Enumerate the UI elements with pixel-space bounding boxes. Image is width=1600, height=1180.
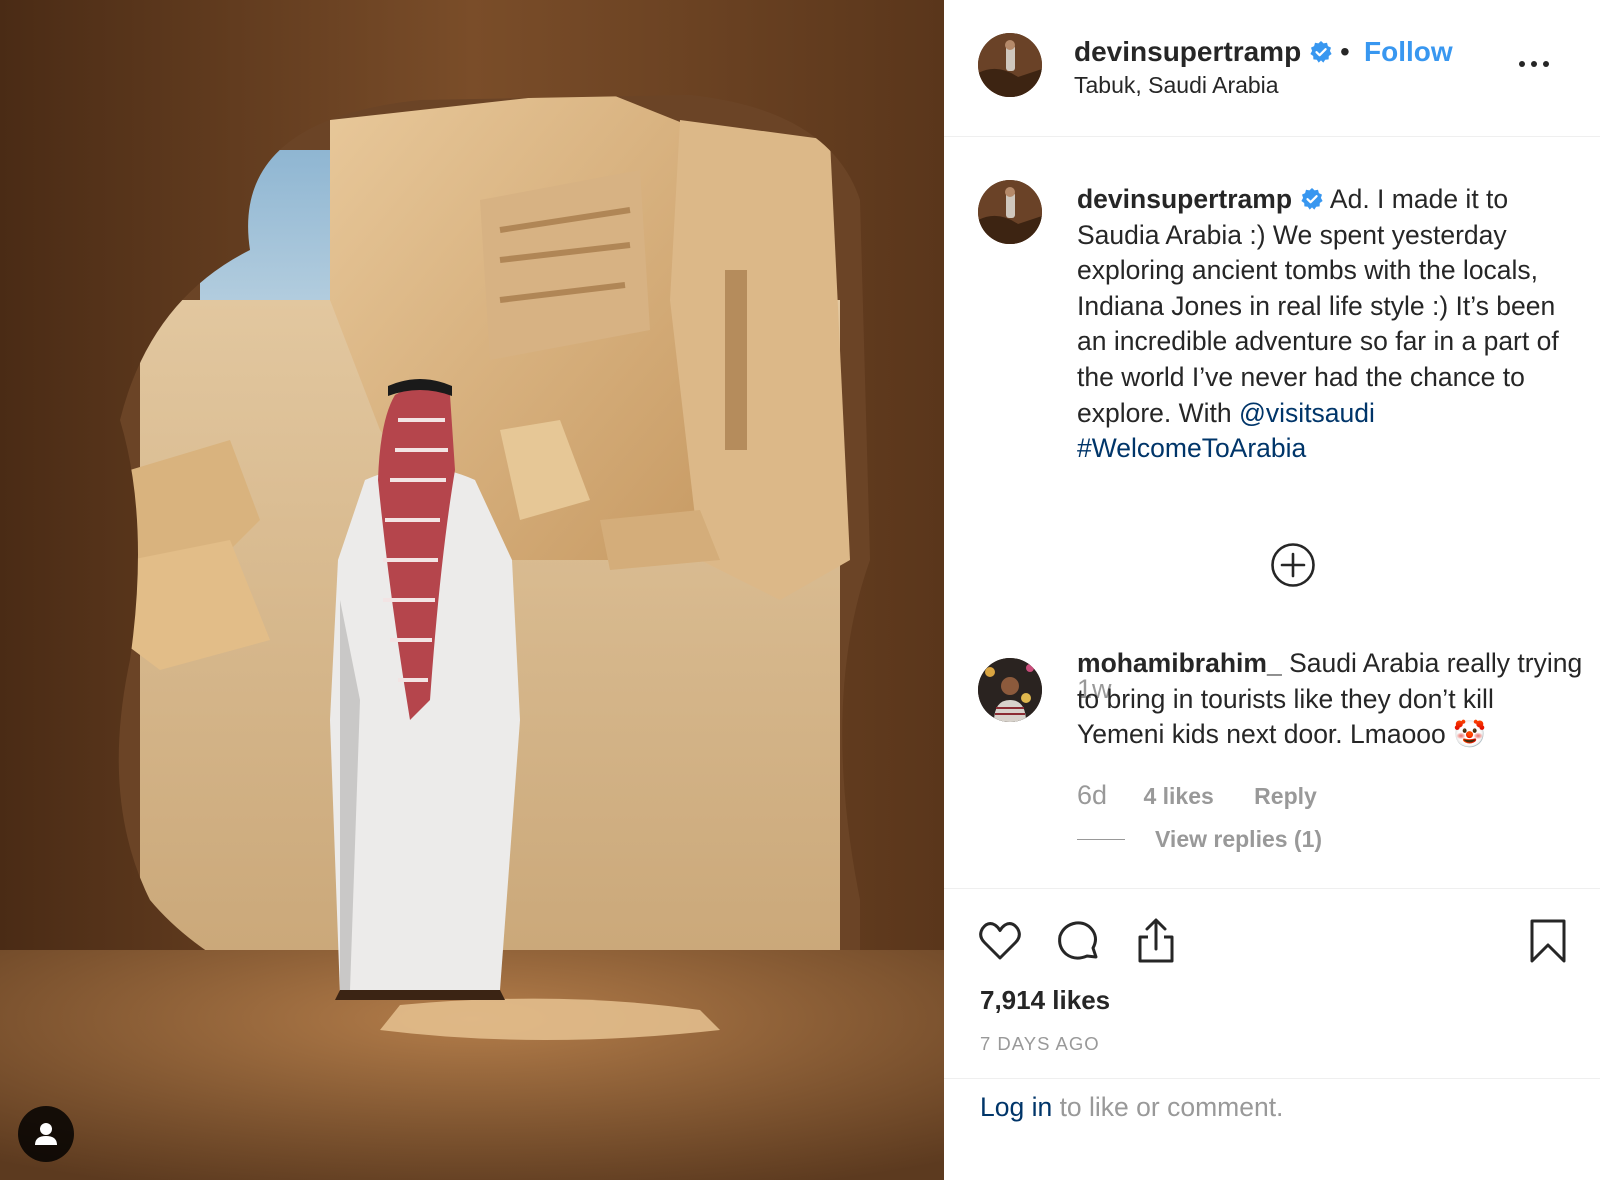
clown-emoji: 🤡: [1453, 719, 1487, 750]
action-bar: 7,914 likes 7 DAYS AGO: [944, 888, 1600, 1079]
like-count[interactable]: 7,914 likes: [980, 985, 1110, 1016]
avatar-image: [978, 33, 1042, 97]
view-replies-button[interactable]: View replies (1): [1077, 826, 1322, 853]
avatar-image: [978, 180, 1042, 244]
post-header: devinsupertramp • Follow Tabuk, Saudi Ar…: [944, 0, 1600, 137]
verified-badge-icon: [1310, 41, 1332, 63]
verified-badge-icon: [1301, 188, 1323, 210]
post-side-panel: devinsupertramp • Follow Tabuk, Saudi Ar…: [944, 0, 1600, 1180]
avatar[interactable]: [978, 33, 1042, 97]
comment-timestamp: 6d: [1077, 780, 1108, 810]
login-link[interactable]: Log in: [980, 1092, 1052, 1122]
view-replies-label: View replies (1): [1155, 826, 1323, 852]
more-options-icon[interactable]: [1516, 50, 1552, 70]
photo-scene: [0, 0, 944, 1180]
separator-dot: •: [1340, 36, 1350, 67]
caption-username[interactable]: devinsupertramp: [1077, 184, 1292, 214]
login-prompt-text: to like or comment.: [1052, 1092, 1284, 1122]
share-icon[interactable]: [1132, 917, 1180, 965]
caption-body: Ad. I made it to Saudia Arabia :) We spe…: [1077, 184, 1559, 428]
location-link[interactable]: Tabuk, Saudi Arabia: [1074, 72, 1279, 99]
tagged-user-button[interactable]: [18, 1106, 74, 1162]
reply-button[interactable]: Reply: [1254, 783, 1317, 809]
comment-icon[interactable]: [1054, 917, 1102, 965]
username-text: devinsupertramp: [1074, 36, 1302, 67]
follow-button[interactable]: Follow: [1364, 36, 1453, 68]
caption-avatar[interactable]: [978, 180, 1042, 244]
mention-link[interactable]: @visitsaudi: [1239, 398, 1375, 428]
hashtag-link[interactable]: #WelcomeToArabia: [1077, 433, 1306, 463]
post-timestamp: 7 DAYS AGO: [980, 1033, 1100, 1054]
load-more-comments-icon[interactable]: [1270, 542, 1316, 588]
comment-avatar[interactable]: [978, 658, 1042, 722]
replies-divider: [1077, 839, 1125, 840]
username-link[interactable]: devinsupertramp: [1074, 36, 1333, 68]
comment-meta: 6d 4 likes Reply: [1077, 780, 1317, 811]
bookmark-icon[interactable]: [1524, 917, 1572, 965]
tagged-user-icon: [35, 1123, 57, 1145]
avatar-image: [978, 658, 1042, 722]
caption-text: devinsupertramp Ad. I made it to Saudia …: [1077, 182, 1587, 467]
comment-text: mohamibrahim_ Saudi Arabia really trying…: [1077, 646, 1587, 753]
post-photo[interactable]: [0, 0, 944, 1180]
login-prompt: Log in to like or comment.: [980, 1092, 1283, 1123]
comment-likes[interactable]: 4 likes: [1143, 783, 1213, 809]
heart-icon[interactable]: [976, 917, 1024, 965]
comment-username[interactable]: mohamibrahim_: [1077, 648, 1282, 678]
